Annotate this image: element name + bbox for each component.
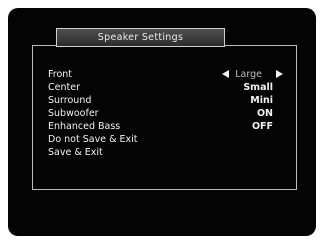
dialog-title-tab: Speaker Settings (56, 28, 225, 47)
menu-item-label: Surround (48, 95, 92, 106)
menu-item-save-exit[interactable]: Save & Exit (48, 146, 288, 159)
menu-item-surround[interactable]: Surround Mini (48, 94, 288, 107)
menu-item-value: Mini (250, 95, 273, 106)
menu-item-label: Enhanced Bass (48, 121, 121, 132)
dialog-title: Speaker Settings (97, 32, 184, 43)
menu-item-front[interactable]: Front Large (48, 68, 288, 81)
triangle-left-icon[interactable] (222, 70, 229, 78)
menu-item-enhanced-bass[interactable]: Enhanced Bass OFF (48, 120, 288, 133)
menu-item-label: Do not Save & Exit (48, 134, 138, 145)
menu-item-do-not-save-exit[interactable]: Do not Save & Exit (48, 133, 288, 146)
menu-item-value: Small (243, 82, 273, 93)
speaker-settings-menu: Front Large Center Small Surround Mini S… (48, 68, 288, 159)
menu-item-subwoofer[interactable]: Subwoofer ON (48, 107, 288, 120)
menu-item-label: Save & Exit (48, 147, 103, 158)
triangle-right-icon[interactable] (276, 70, 283, 78)
menu-item-label: Front (48, 69, 73, 80)
osd-screen: Speaker Settings Front Large Center Smal… (8, 8, 316, 236)
menu-item-label: Subwoofer (48, 108, 99, 119)
menu-item-value: OFF (251, 121, 273, 132)
menu-item-value: ON (256, 108, 273, 119)
menu-item-center[interactable]: Center Small (48, 81, 288, 94)
menu-item-label: Center (48, 82, 80, 93)
menu-item-value: Large (235, 69, 262, 80)
